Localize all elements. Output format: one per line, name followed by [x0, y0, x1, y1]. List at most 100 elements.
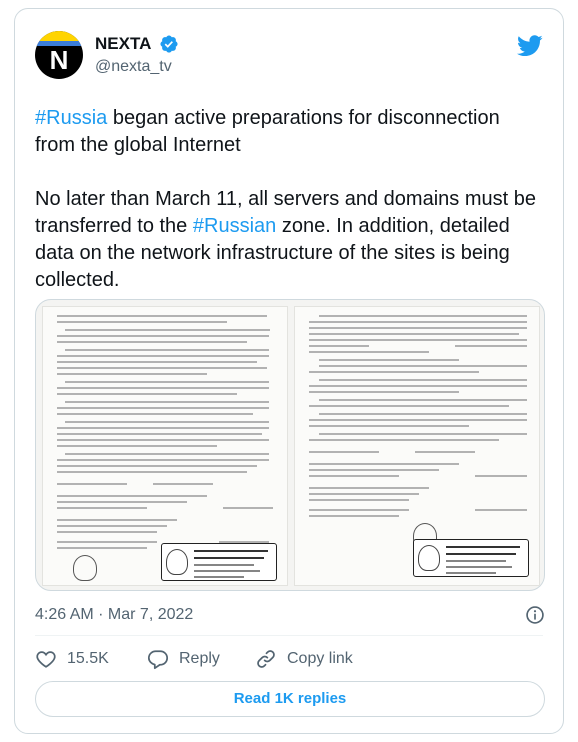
link-icon [257, 650, 275, 668]
text-line [57, 519, 177, 521]
tweet-text: #Russia began active preparations for di… [35, 105, 545, 294]
verified-badge-icon [160, 35, 178, 53]
avatar[interactable]: N [35, 31, 83, 79]
text-line [57, 439, 269, 441]
text-line [223, 507, 273, 509]
text-line [194, 564, 254, 566]
seal-icon [166, 549, 188, 575]
author-info[interactable]: NEXTA @nexta_tv [95, 33, 179, 78]
text-line [446, 553, 516, 555]
text-line [309, 419, 527, 421]
text-line [309, 509, 409, 511]
text-line [309, 333, 519, 335]
tweet-actions: 15.5K Reply Copy link [35, 646, 545, 672]
tweet-paragraph: No later than March 11, all servers and … [35, 186, 545, 294]
text-line [57, 507, 147, 509]
text-line [57, 341, 247, 343]
text-line [319, 413, 527, 415]
text-line [319, 379, 527, 381]
signature-stamp [161, 543, 277, 581]
text-line [475, 475, 527, 477]
text-line [65, 401, 269, 403]
text-line [309, 391, 459, 393]
text-line [194, 557, 264, 559]
text-line [57, 355, 269, 357]
text-line [446, 572, 496, 574]
text-line [57, 427, 269, 429]
text-line [446, 546, 520, 548]
text-line [57, 393, 237, 395]
text-line [319, 433, 527, 435]
text-line [57, 407, 269, 409]
text-line [309, 439, 499, 441]
text-line [309, 451, 379, 453]
text-line [309, 499, 409, 501]
attached-document-image[interactable] [35, 299, 545, 591]
text-line [446, 560, 506, 562]
timestamp-row: 4:26 AM · Mar 7, 2022 [35, 603, 545, 631]
text-line [57, 471, 247, 473]
read-replies-button[interactable]: Read 1K replies [35, 681, 545, 717]
hashtag-link[interactable]: #Russia [35, 107, 107, 129]
handle: @nexta_tv [95, 58, 172, 75]
copy-link-label: Copy link [287, 650, 353, 667]
text-line [309, 321, 527, 323]
text-line [309, 345, 369, 347]
text-line [65, 421, 269, 423]
text-line [57, 315, 267, 317]
text-line [309, 339, 527, 341]
text-line [446, 566, 512, 568]
heart-icon [36, 651, 56, 668]
twitter-bird-icon[interactable] [517, 35, 543, 57]
text-line [57, 387, 269, 389]
text-line [57, 459, 269, 461]
text-line [194, 576, 244, 578]
text-line [57, 531, 157, 533]
copy-link-button[interactable]: Copy link [255, 646, 353, 672]
signature-stamp [413, 539, 529, 577]
text-line [57, 361, 257, 363]
text-line [57, 547, 147, 549]
text-line [309, 405, 509, 407]
text-line [194, 570, 260, 572]
text-line [309, 385, 527, 387]
emblem-icon [73, 555, 97, 581]
text-line [309, 463, 459, 465]
hashtag-link[interactable]: #Russian [193, 215, 276, 237]
text-line [57, 373, 207, 375]
avatar-flag-stripe [35, 31, 83, 41]
text-line [475, 509, 527, 511]
text-line [153, 483, 213, 485]
text-line [65, 349, 269, 351]
text-line [309, 327, 527, 329]
document-page-left [42, 306, 288, 586]
text-line [309, 425, 469, 427]
text-line [194, 550, 268, 552]
like-button[interactable]: 15.5K [35, 646, 109, 672]
text-line [65, 453, 269, 455]
text-line [319, 359, 459, 361]
text-line [309, 515, 399, 517]
text-line [309, 371, 479, 373]
text-line [309, 475, 399, 477]
reply-label: Reply [179, 650, 220, 667]
tweet-timestamp[interactable]: 4:26 AM · Mar 7, 2022 [35, 606, 193, 623]
divider [35, 635, 543, 636]
document-page-right [294, 306, 540, 586]
avatar-letter: N [49, 45, 69, 75]
text-line [309, 487, 429, 489]
display-name[interactable]: NEXTA [95, 33, 151, 55]
text-line [319, 399, 527, 401]
text-line [319, 365, 527, 367]
text-line [57, 445, 217, 447]
text-line [309, 351, 429, 353]
info-icon[interactable] [525, 605, 545, 625]
text-line [319, 315, 527, 317]
tweet-paragraph: #Russia began active preparations for di… [35, 105, 545, 159]
like-count: 15.5K [67, 650, 109, 667]
text-line [57, 501, 187, 503]
text-line [57, 413, 253, 415]
text-line [57, 433, 262, 435]
seal-icon [418, 545, 440, 571]
reply-button[interactable]: Reply [147, 646, 220, 672]
